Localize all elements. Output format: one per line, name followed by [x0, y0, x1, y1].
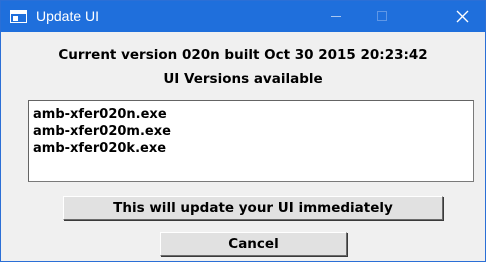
window-title: Update UI — [36, 8, 100, 24]
title-bar[interactable]: Update UI — [1, 1, 485, 32]
cancel-button[interactable]: Cancel — [160, 232, 347, 256]
minimize-button[interactable] — [313, 1, 359, 32]
minimize-icon — [331, 16, 341, 17]
update-ui-dialog: Update UI Current version 020n built Oct… — [0, 0, 486, 262]
window-app-icon — [10, 10, 27, 23]
maximize-icon — [377, 11, 387, 21]
versions-heading: UI Versions available — [163, 71, 323, 87]
close-icon — [456, 10, 469, 23]
list-item[interactable]: amb-xfer020n.exe — [33, 106, 473, 123]
update-now-button[interactable]: This will update your UI immediately — [63, 196, 443, 220]
versions-listbox[interactable]: amb-xfer020n.exe amb-xfer020m.exe amb-xf… — [28, 100, 474, 182]
close-button[interactable] — [439, 1, 485, 32]
current-version-text: Current version 020n built Oct 30 2015 2… — [58, 47, 428, 63]
list-item[interactable]: amb-xfer020k.exe — [33, 140, 473, 157]
list-item[interactable]: amb-xfer020m.exe — [33, 123, 473, 140]
maximize-button[interactable] — [359, 1, 405, 32]
